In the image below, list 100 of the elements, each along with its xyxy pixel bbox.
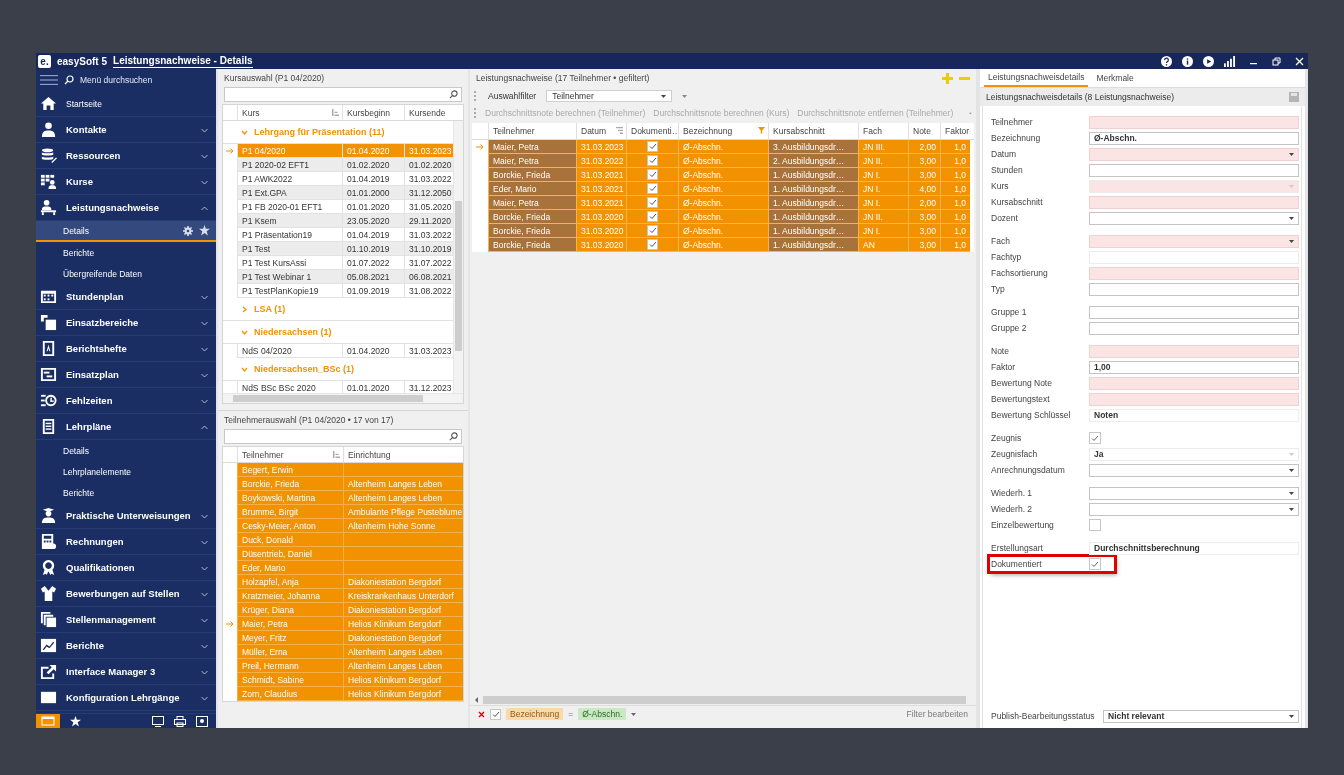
nav-subitem[interactable]: Berichte: [36, 482, 216, 503]
nav-item[interactable]: Praktische Unterweisungen: [36, 503, 216, 529]
table-row[interactable]: Maier, Petra 31.03.2022 Ø-Abschn. 2. Ausbildungsdr… JN II. 3,00 1,0: [472, 154, 974, 168]
column-header[interactable]: Kursabschnitt: [768, 123, 858, 139]
column-header[interactable]: Dokumenti…: [626, 123, 678, 139]
table-row[interactable]: Borckie, Frieda 31.03.2020 Ø-Abschn. 1. Ausbildungsdr… AN 3,00 1,0: [472, 238, 974, 252]
save-icon[interactable]: [1289, 92, 1299, 102]
checkbox[interactable]: [647, 197, 658, 208]
checkbox[interactable]: [1089, 519, 1101, 531]
checkbox[interactable]: [647, 225, 658, 236]
nav-item[interactable]: Einsatzplan: [36, 362, 216, 388]
nav-subitem[interactable]: Lehrplanelemente: [36, 461, 216, 482]
tab[interactable]: Merkmale: [1092, 69, 1138, 87]
nav-item[interactable]: Lehrpläne: [36, 414, 216, 440]
nav-subitem[interactable]: Übergreifende Daten: [36, 263, 216, 284]
nav-subitem[interactable]: Details: [36, 221, 216, 242]
filter-value-tag[interactable]: Ø-Abschn.: [578, 708, 627, 720]
select-field[interactable]: Ja: [1089, 447, 1299, 461]
checkbox[interactable]: [490, 708, 501, 720]
input-field[interactable]: Noten: [1089, 408, 1299, 422]
column-header[interactable]: Fach: [858, 123, 908, 139]
nav-item[interactable]: Einsatzbereiche: [36, 310, 216, 336]
input-field[interactable]: [1089, 115, 1299, 129]
input-field[interactable]: [1089, 266, 1299, 280]
input-field[interactable]: [1089, 321, 1299, 335]
close-button[interactable]: [1295, 56, 1304, 66]
checkbox[interactable]: [647, 239, 658, 250]
star-icon[interactable]: [70, 715, 81, 727]
checkbox[interactable]: [1089, 432, 1101, 444]
input-field[interactable]: [1089, 392, 1299, 406]
nav-item[interactable]: Rechnungen: [36, 529, 216, 555]
nav-item[interactable]: Kurse: [36, 169, 216, 195]
table-row[interactable]: P1 Test 01.10.2019 31.10.2019: [223, 242, 453, 256]
add-icon[interactable]: [942, 72, 953, 84]
table-row[interactable]: Borckie, Frieda 31.03.2020 Ø-Abschn. 1. Ausbildungsdr… JN II. 3,00 1,0: [472, 210, 974, 224]
nav-subitem[interactable]: Berichte: [36, 242, 216, 263]
help-icon[interactable]: [1161, 55, 1172, 67]
column-header[interactable]: Faktor: [940, 123, 970, 139]
nav-item[interactable]: Ressourcen: [36, 143, 216, 169]
input-field[interactable]: [1089, 344, 1299, 358]
edit-filter-link[interactable]: Filter bearbeiten: [906, 709, 968, 719]
nav-item[interactable]: Fehlzeiten: [36, 388, 216, 414]
printer-icon[interactable]: [174, 715, 186, 727]
scrollbar[interactable]: [453, 121, 463, 393]
close-icon[interactable]: [478, 710, 485, 718]
column-header[interactable]: Kursende: [404, 105, 454, 120]
column-header[interactable]: Teilnehmer: [488, 123, 576, 139]
nav-item[interactable]: Stundenplan: [36, 284, 216, 310]
checkbox[interactable]: [647, 141, 658, 152]
star-icon[interactable]: [199, 225, 210, 236]
scroll-left-icon[interactable]: [474, 697, 480, 703]
table-row[interactable]: Borckie, Frieda 31.03.2021 Ø-Abschn. 1. Ausbildungsdr… JN I. 3,00 1,0: [472, 168, 974, 182]
select-field[interactable]: [1089, 463, 1299, 477]
input-field[interactable]: [1089, 195, 1299, 209]
filter-field-tag[interactable]: Bezeichnung: [506, 708, 564, 720]
column-header[interactable]: Teilnehmer: [237, 447, 343, 462]
table-row[interactable]: P1 Test Webinar 1 05.08.2021 06.08.2021: [223, 270, 453, 284]
search-field[interactable]: [224, 87, 462, 102]
play-icon[interactable]: [1203, 55, 1214, 67]
table-row[interactable]: Maier, Petra 31.03.2021 Ø-Abschn. 1. Ausbildungsdr… JN I. 2,00 1,0: [472, 196, 974, 210]
checkbox[interactable]: [647, 155, 658, 166]
checkbox[interactable]: [1089, 558, 1101, 570]
table-row[interactable]: P1 2020-02 EFT1 01.02.2020 01.02.2020: [223, 158, 453, 172]
select-field[interactable]: Nicht relevant: [1103, 709, 1299, 723]
input-field[interactable]: [1089, 163, 1299, 177]
nav-item[interactable]: Berichtshefte: [36, 336, 216, 362]
menu-icon[interactable]: [40, 75, 58, 85]
search-field[interactable]: [224, 429, 462, 444]
column-header[interactable]: Note: [908, 123, 940, 139]
settings-icon[interactable]: [183, 225, 193, 236]
nav-item[interactable]: Kontakte: [36, 117, 216, 143]
select-field[interactable]: [1089, 211, 1299, 225]
caret-icon[interactable]: [682, 94, 688, 98]
info-icon[interactable]: [1182, 55, 1193, 67]
nav-item[interactable]: Stellenmanagement: [36, 607, 216, 633]
checkbox[interactable]: [647, 211, 658, 222]
checkbox[interactable]: [647, 169, 658, 180]
nav-item[interactable]: Qualifikationen: [36, 555, 216, 581]
image-icon[interactable]: [196, 715, 208, 727]
nav-subitem[interactable]: Details: [36, 440, 216, 461]
checkbox[interactable]: [647, 183, 658, 194]
select-field[interactable]: [1089, 147, 1299, 161]
search-field[interactable]: Menü durchsuchen: [80, 75, 200, 85]
table-row[interactable]: P1 Ksem 23.05.2020 29.11.2020: [223, 214, 453, 228]
caret-icon[interactable]: [631, 712, 637, 716]
monitor-icon[interactable]: [152, 715, 164, 727]
signal-icon[interactable]: [1224, 55, 1235, 67]
input-field[interactable]: Ø-Abschn.: [1089, 131, 1299, 145]
filter-icon[interactable]: [758, 127, 765, 134]
table-row[interactable]: P1 Ext.GPA 01.01.2000 31.12.2050: [223, 186, 453, 200]
table-row[interactable]: Borckie, Frieda 31.03.2020 Ø-Abschn. 1. Ausbildungsdr… JN I. 3,00 1,0: [472, 224, 974, 238]
column-header[interactable]: Einrichtung: [343, 447, 463, 462]
nav-item[interactable]: Berichte: [36, 633, 216, 659]
nav-item[interactable]: Bewerbungen auf Stellen: [36, 581, 216, 607]
nav-item[interactable]: Konfiguration Lehrgänge: [36, 685, 216, 711]
search-icon[interactable]: [449, 432, 458, 441]
filter-select[interactable]: Teilnehmer: [546, 90, 673, 102]
table-row[interactable]: Eder, Mario 31.03.2021 Ø-Abschn. 1. Ausbildungsdr… JN I. 4,00 1,0: [472, 182, 974, 196]
select-field[interactable]: [1089, 486, 1299, 500]
layout-button[interactable]: [36, 714, 60, 728]
